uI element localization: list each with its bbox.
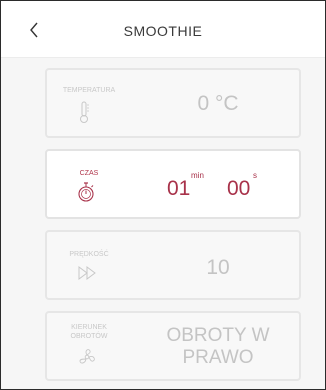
- header-bar: SMOOTHIE: [1, 1, 325, 58]
- time-seconds: 00: [227, 177, 251, 200]
- time-label: CZAS: [79, 170, 99, 177]
- fan-icon: [79, 349, 95, 364]
- rotation-direction-value-line2: PRAWO: [182, 347, 254, 368]
- fast-forward-icon: [78, 266, 96, 280]
- rotation-direction-card[interactable]: KIERUNEK OBROTÓW OBROTY W PRAWO: [45, 311, 301, 381]
- time-card[interactable]: CZAS 01 min 00 s: [45, 149, 301, 219]
- speed-label: PRĘDKOŚĆ: [69, 251, 109, 258]
- temperature-label: TEMPERATURA: [62, 87, 116, 94]
- stopwatch-icon: [78, 182, 94, 202]
- temperature-card[interactable]: TEMPERATURA 0 °C: [45, 68, 301, 138]
- speed-card[interactable]: PRĘDKOŚĆ 10: [45, 230, 301, 300]
- page-title: SMOOTHIE: [123, 23, 203, 39]
- time-minutes: 01: [167, 177, 191, 200]
- rotation-direction-label: KIERUNEK OBROTÓW: [70, 324, 108, 340]
- time-seconds-unit: s: [253, 171, 257, 180]
- temperature-value: 0 °C: [197, 92, 239, 115]
- rotation-direction-value: OBROTY W PRAWO: [137, 325, 299, 369]
- app-frame: SMOOTHIE TEMPERATURA 0 °C CZAS 01 min 00…: [0, 0, 326, 390]
- rotation-direction-value-line1: OBROTY W: [166, 325, 270, 346]
- settings-panel: TEMPERATURA 0 °C CZAS 01 min 00 s PRĘDKO…: [1, 58, 325, 389]
- speed-value: 10: [206, 256, 230, 279]
- thermometer-icon: [80, 101, 89, 123]
- time-minutes-unit: min: [191, 171, 204, 180]
